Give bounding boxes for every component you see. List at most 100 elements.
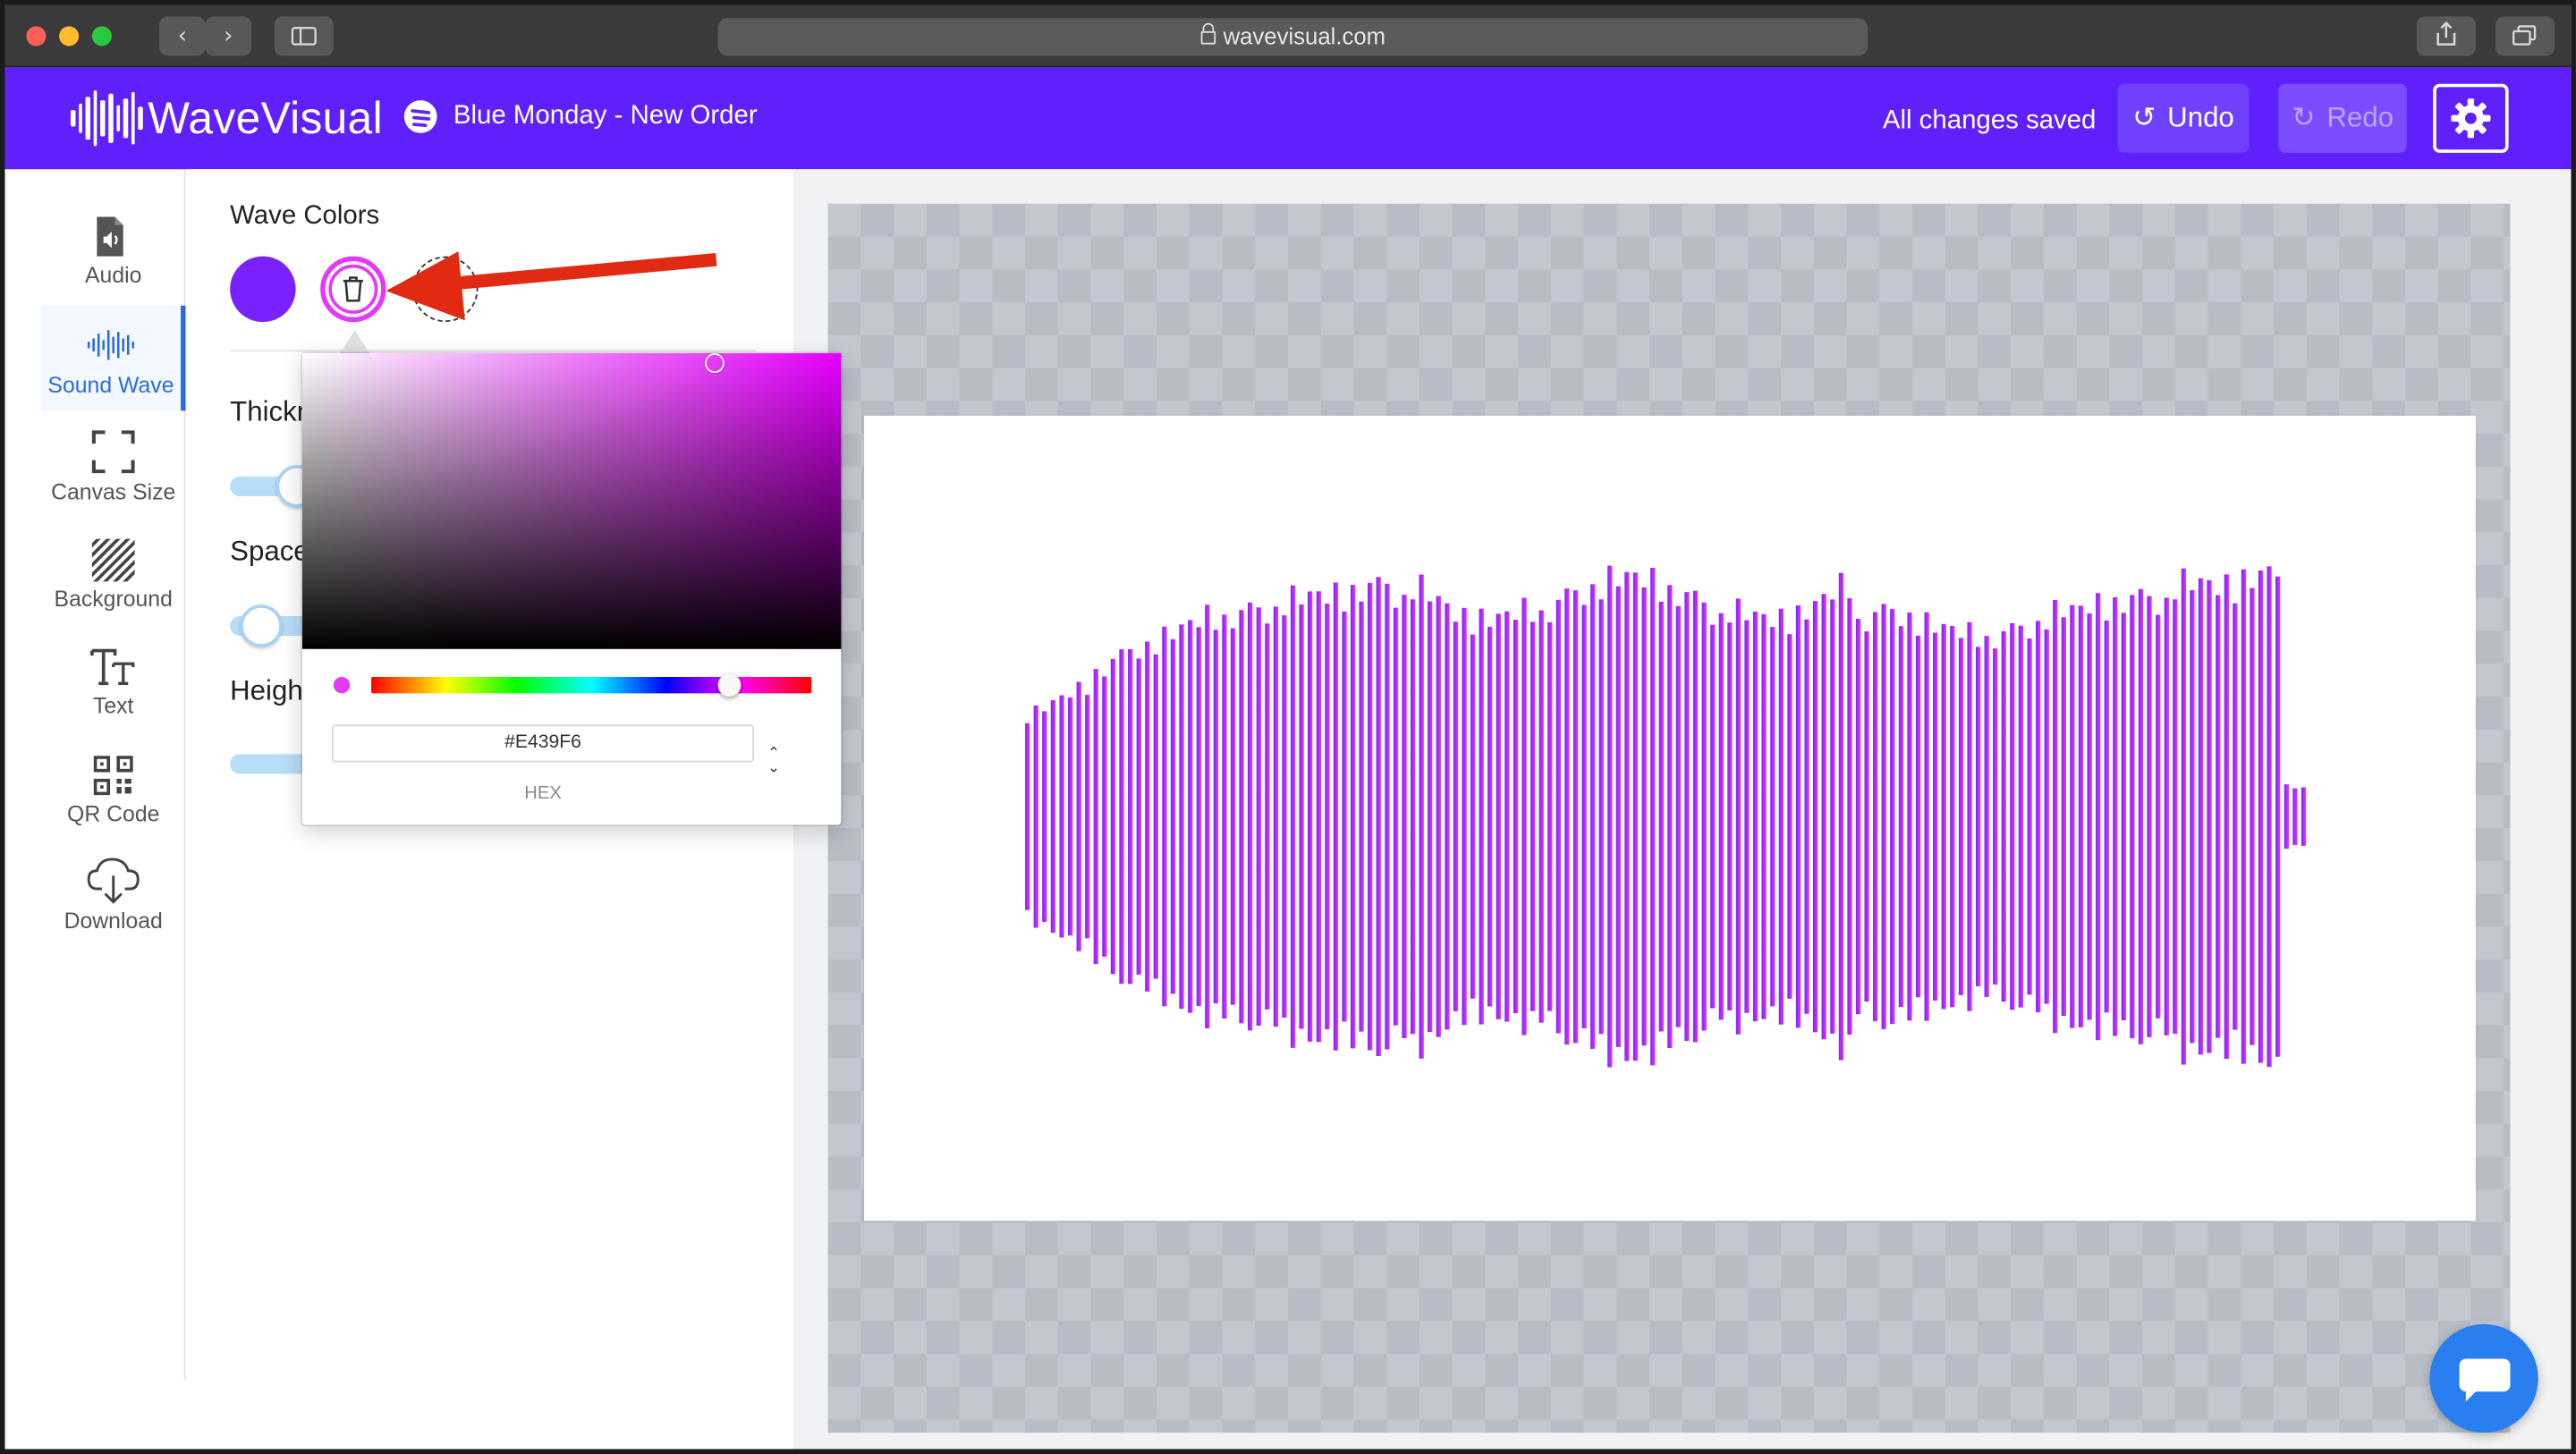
wave-bar bbox=[1555, 599, 1561, 1034]
wave-bar bbox=[1093, 669, 1098, 964]
wave-bar bbox=[2027, 638, 2032, 995]
wave-bar bbox=[1205, 604, 1210, 1028]
canvas-size-icon bbox=[91, 430, 135, 474]
wave-bar bbox=[1385, 583, 1390, 1050]
wave-bar bbox=[1239, 610, 1244, 1024]
wave-bar bbox=[1247, 602, 1253, 1031]
height-slider[interactable] bbox=[230, 754, 312, 774]
browser-toolbar: ‹ › wavevisual.com bbox=[4, 4, 2572, 68]
back-button[interactable]: ‹ bbox=[159, 16, 206, 56]
wave-bar bbox=[2087, 613, 2092, 1020]
wave-bar bbox=[1050, 700, 1056, 934]
chat-support-button[interactable] bbox=[2429, 1323, 2538, 1433]
wave-bar bbox=[1222, 614, 1227, 1019]
wave-bar bbox=[1675, 605, 1682, 1027]
sidebar-toggle-button[interactable] bbox=[274, 16, 334, 56]
text-icon bbox=[90, 648, 135, 686]
hue-slider[interactable] bbox=[371, 676, 812, 694]
wave-bar bbox=[1761, 613, 1767, 1019]
wave-bar bbox=[1033, 705, 1038, 928]
wave-bar bbox=[1795, 605, 1801, 1028]
share-button[interactable] bbox=[2416, 16, 2476, 56]
redo-button[interactable]: ↻ Redo bbox=[2278, 83, 2407, 153]
minimize-window-button[interactable] bbox=[59, 26, 80, 46]
wave-bar bbox=[1538, 610, 1544, 1023]
sidebar-item-label: Download bbox=[64, 909, 163, 934]
wave-bar bbox=[2164, 597, 2169, 1036]
sidebar-item-label: Text bbox=[92, 693, 134, 718]
wave-bar bbox=[1136, 658, 1141, 975]
wave-bar bbox=[2096, 593, 2101, 1041]
artwork-canvas[interactable] bbox=[864, 415, 2476, 1222]
wave-bar bbox=[1170, 638, 1176, 994]
wave-bar bbox=[2241, 569, 2247, 1064]
wave-bar bbox=[1804, 619, 1809, 1014]
wave-bar bbox=[2147, 596, 2152, 1037]
wave-bar bbox=[1445, 603, 1450, 1030]
undo-button[interactable]: ↺ Undo bbox=[2117, 83, 2250, 153]
close-window-button[interactable] bbox=[26, 26, 47, 46]
zoom-window-button[interactable] bbox=[91, 26, 112, 46]
sidebar-item-background[interactable]: Background bbox=[41, 522, 186, 624]
wave-bar bbox=[2018, 625, 2024, 1008]
sidebar-item-download[interactable]: Download bbox=[41, 844, 186, 946]
wave-bar bbox=[1950, 626, 1955, 1008]
wave-bar bbox=[2113, 596, 2118, 1036]
wave-bar bbox=[2044, 629, 2049, 1004]
saturation-cursor[interactable] bbox=[704, 353, 724, 374]
sidebar-item-label: QR Code bbox=[67, 801, 160, 827]
wave-bar bbox=[2036, 621, 2041, 1013]
track-info: Blue Monday - New Order bbox=[403, 100, 758, 133]
wave-bar bbox=[2224, 574, 2229, 1060]
download-icon bbox=[87, 858, 140, 904]
wave-bar bbox=[1812, 601, 1818, 1033]
wave-bar bbox=[1359, 601, 1364, 1032]
sound-wave-icon bbox=[87, 330, 135, 360]
wave-bar bbox=[1059, 695, 1064, 938]
wave-bar bbox=[1975, 647, 1981, 986]
color-picker: #E439F6 ⌃ ⌄ HEX bbox=[301, 353, 842, 825]
sidebar-item-label: Canvas Size bbox=[51, 479, 176, 505]
wave-bar bbox=[1598, 599, 1604, 1035]
trash-icon[interactable] bbox=[342, 276, 365, 302]
wave-bar bbox=[2104, 620, 2109, 1013]
wave-bar bbox=[2190, 589, 2195, 1044]
sidebar-item-sound-wave[interactable]: Sound Wave bbox=[40, 305, 186, 411]
wave-bar bbox=[1873, 612, 1878, 1021]
wave-bar bbox=[1188, 620, 1193, 1013]
wave-bar bbox=[1025, 723, 1030, 910]
forward-button[interactable]: › bbox=[205, 16, 252, 56]
sidebar-item-canvas-size[interactable]: Canvas Size bbox=[41, 416, 186, 518]
spacing-slider-handle[interactable] bbox=[240, 604, 283, 647]
wave-color-swatch-1[interactable] bbox=[230, 256, 296, 323]
save-status: All changes saved bbox=[1882, 106, 2097, 135]
wave-bar bbox=[1196, 627, 1201, 1006]
share-icon bbox=[2436, 21, 2456, 46]
wavevisual-logo[interactable]: WaveVisual bbox=[70, 87, 383, 149]
wave-bar bbox=[1710, 624, 1716, 1009]
wave-bar bbox=[1128, 648, 1133, 985]
wave-bar bbox=[2301, 787, 2307, 846]
wave-bar bbox=[1615, 586, 1622, 1047]
wave-bar bbox=[2275, 576, 2281, 1057]
qr-code-icon bbox=[93, 756, 133, 796]
wave-bar bbox=[1290, 585, 1296, 1048]
wave-bar bbox=[1667, 585, 1673, 1049]
format-toggle-icon[interactable]: ⌃ ⌄ bbox=[764, 747, 784, 783]
address-bar[interactable]: wavevisual.com bbox=[717, 18, 1868, 56]
wave-bar bbox=[1453, 621, 1459, 1011]
sidebar-item-qr-code[interactable]: QR Code bbox=[41, 738, 186, 840]
tabs-overview-button[interactable] bbox=[2495, 16, 2555, 56]
wave-bar bbox=[1993, 648, 1998, 985]
hex-label: HEX bbox=[524, 783, 562, 804]
logo-wave-icon bbox=[70, 90, 143, 147]
sidebar-item-text[interactable]: Text bbox=[41, 630, 186, 731]
hue-slider-handle[interactable] bbox=[717, 673, 741, 697]
hex-input[interactable]: #E439F6 bbox=[332, 724, 755, 763]
divider bbox=[230, 350, 756, 352]
wave-bar bbox=[1308, 591, 1313, 1042]
saturation-area[interactable] bbox=[301, 353, 842, 649]
wave-bar bbox=[2173, 599, 2178, 1035]
settings-button[interactable] bbox=[2433, 83, 2509, 153]
sidebar-item-audio[interactable]: Audio bbox=[41, 199, 186, 300]
